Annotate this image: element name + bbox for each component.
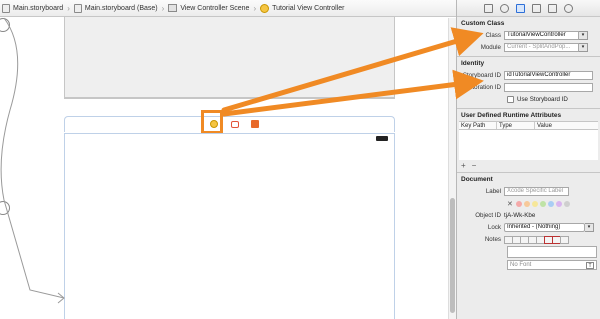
scene-dock [64, 116, 395, 132]
chevron-right-icon: › [253, 3, 257, 13]
color-swatch-blue[interactable] [547, 200, 554, 207]
storyboard-id-field[interactable]: idTutorialViewController [504, 71, 593, 80]
module-row: Module Current - SplitAndPop... ▾ [457, 42, 600, 53]
identity-inspector-icon[interactable] [516, 3, 525, 13]
object-id-value: tjA-Wk-Kbe [504, 212, 536, 219]
section-title-identity: Identity [461, 60, 485, 67]
notes-label: Notes [484, 236, 501, 243]
tutorial-view-controller-view[interactable] [64, 133, 395, 319]
color-label-swatches: ✕ [507, 200, 570, 208]
color-swatch-green[interactable] [539, 200, 546, 207]
chevron-down-icon[interactable]: ▾ [579, 43, 588, 52]
storyboard-canvas[interactable] [0, 16, 448, 319]
runtime-attributes-controls: + − [457, 160, 600, 171]
use-storyboard-id-row: Use Storyboard ID [457, 94, 600, 105]
restoration-id-row: Restoration ID [457, 82, 600, 93]
scrollbar-thumb[interactable] [450, 198, 455, 313]
object-id-label: Object ID [475, 212, 501, 219]
connections-inspector-icon[interactable] [564, 3, 573, 13]
column-key-path[interactable]: Key Path [459, 122, 497, 129]
battery-icon [376, 136, 388, 141]
color-swatch-gray[interactable] [563, 200, 570, 207]
clear-color-icon[interactable]: ✕ [507, 200, 513, 208]
first-responder-icon[interactable] [231, 121, 239, 128]
font-field[interactable]: No Font T [507, 260, 597, 270]
file-inspector-icon[interactable] [484, 3, 493, 13]
storyboard-icon [73, 3, 82, 13]
attributes-inspector-icon[interactable] [532, 3, 541, 13]
selection-highlight [201, 110, 223, 134]
use-storyboard-id-checkbox[interactable] [507, 96, 514, 103]
lock-row: Lock Inherited - (Nothing) ▾ [457, 222, 600, 233]
breadcrumb-item-storyboard[interactable]: Main.storyboard [2, 3, 64, 13]
notes-row: Notes [457, 234, 600, 245]
chevron-down-icon[interactable]: ▾ [579, 31, 588, 40]
breadcrumb-label: Main.storyboard (Base) [84, 4, 158, 12]
runtime-attributes-header: Key Path Type Value [459, 121, 598, 130]
segue-handle-icon[interactable] [0, 18, 10, 32]
notes-text-area[interactable] [507, 246, 597, 258]
font-placeholder: No Font [510, 262, 532, 268]
size-inspector-icon[interactable] [548, 3, 557, 13]
document-label-field[interactable]: Xcode Specific Label [504, 187, 569, 196]
storyboard-icon [2, 3, 10, 13]
lock-popup[interactable]: Inherited - (Nothing) [504, 223, 585, 232]
chevron-right-icon: › [161, 3, 165, 13]
breadcrumb-item-view-controller[interactable]: Tutorial View Controller [260, 3, 345, 13]
upper-scene-bottom [64, 98, 395, 118]
upper-scene-view[interactable] [64, 16, 395, 98]
quick-help-icon[interactable] [500, 3, 509, 13]
document-label-row: Label Xcode Specific Label [457, 186, 600, 197]
class-label: Class [485, 32, 501, 39]
remove-button[interactable]: − [472, 161, 477, 170]
color-swatch-red[interactable] [515, 200, 522, 207]
color-label-row: ✕ [457, 198, 600, 209]
column-value[interactable]: Value [535, 122, 598, 129]
color-swatch-orange[interactable] [523, 200, 530, 207]
breadcrumb: Main.storyboard › Main.storyboard (Base)… [0, 0, 456, 17]
inspector-tabs [457, 0, 600, 17]
canvas-scrollbar[interactable] [448, 18, 456, 319]
storyboard-id-row: Storyboard ID idTutorialViewController [457, 70, 600, 81]
add-button[interactable]: + [461, 161, 466, 170]
lock-label: Lock [487, 224, 501, 231]
section-title-runtime-attributes: User Defined Runtime Attributes [461, 112, 562, 119]
scene-icon [168, 4, 178, 12]
chevron-down-icon[interactable]: ▾ [585, 223, 594, 232]
module-label: Module [480, 44, 501, 51]
column-type[interactable]: Type [497, 122, 535, 129]
chevron-right-icon: › [67, 3, 70, 13]
section-title-custom-class: Custom Class [461, 20, 505, 27]
more-options-icon[interactable] [560, 235, 569, 244]
breadcrumb-item-storyboard-base[interactable]: Main.storyboard (Base) [73, 3, 158, 13]
module-field[interactable]: Current - SplitAndPop... [504, 43, 579, 52]
class-field[interactable]: TutorialViewController [504, 31, 579, 40]
class-row: Class TutorialViewController ▾ [457, 30, 600, 41]
exit-icon[interactable] [251, 120, 259, 128]
storyboard-id-label: Storyboard ID [462, 72, 501, 79]
use-storyboard-id-label: Use Storyboard ID [517, 96, 568, 103]
breadcrumb-label: View Controller Scene [180, 4, 250, 12]
section-title-document: Document [461, 176, 493, 183]
restoration-id-field[interactable] [504, 83, 593, 92]
breadcrumb-item-scene[interactable]: View Controller Scene [168, 4, 249, 12]
segue-handle-icon[interactable] [0, 201, 10, 215]
view-controller-icon [260, 3, 270, 13]
color-swatch-purple[interactable] [555, 200, 562, 207]
runtime-attributes-table[interactable] [459, 130, 598, 160]
font-picker-icon[interactable]: T [586, 261, 594, 269]
object-id-row: Object ID tjA-Wk-Kbe [457, 210, 600, 221]
identity-inspector: Custom Class Class TutorialViewControlle… [456, 0, 600, 319]
restoration-id-label: Restoration ID [461, 84, 501, 91]
color-swatch-yellow[interactable] [531, 200, 538, 207]
document-label-label: Label [485, 188, 501, 195]
breadcrumb-label: Tutorial View Controller [272, 4, 345, 12]
breadcrumb-label: Main.storyboard [13, 4, 64, 12]
notes-formatting-bar [504, 235, 569, 244]
